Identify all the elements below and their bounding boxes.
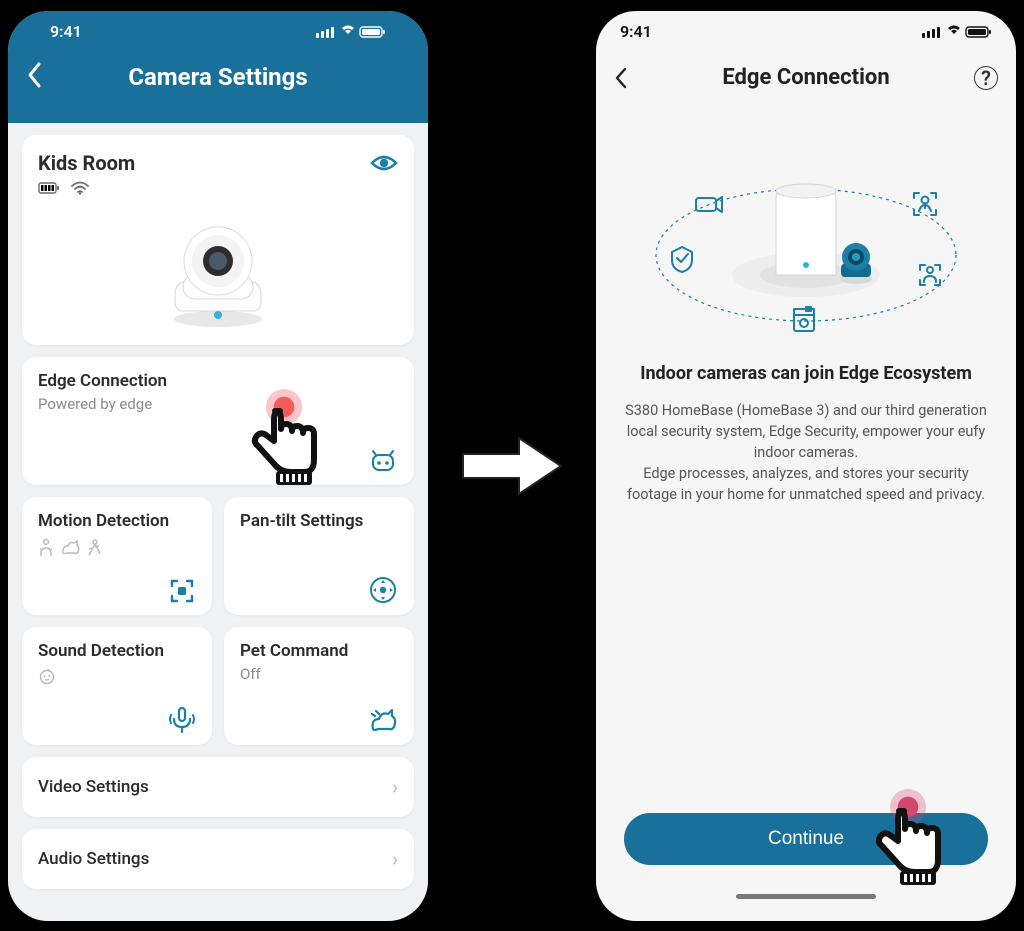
status-bar: 9:41	[26, 11, 410, 53]
device-card: Kids Room	[22, 135, 414, 345]
content: Kids Room	[8, 123, 428, 921]
tile-pet-command[interactable]: Pet Command Off	[224, 627, 414, 745]
help-button[interactable]: ?	[974, 66, 998, 90]
wifi-icon	[70, 181, 90, 195]
chevron-right-icon: ›	[392, 775, 398, 799]
focus-zone-icon	[168, 577, 196, 605]
row-video-settings[interactable]: Video Settings ›	[22, 757, 414, 817]
ai-robot-icon	[368, 449, 398, 475]
topbar: Edge Connection ?	[596, 53, 1016, 103]
row-label: Video Settings	[38, 777, 149, 797]
tile-subtitle: Off	[240, 665, 398, 683]
eye-icon[interactable]	[370, 153, 398, 173]
tile-subtitle: Powered by edge	[38, 395, 398, 413]
tile-edge-connection[interactable]: Edge Connection Powered by edge	[22, 357, 414, 485]
device-name: Kids Room	[38, 151, 135, 175]
chevron-right-icon: ›	[392, 847, 398, 871]
tile-title: Motion Detection	[38, 511, 196, 531]
page-title: Edge Connection	[722, 65, 889, 90]
headline: Indoor cameras can join Edge Ecosystem	[596, 345, 1016, 384]
page-title: Camera Settings	[128, 63, 307, 91]
tile-title: Edge Connection	[38, 371, 398, 391]
status-time: 9:41	[620, 22, 652, 41]
back-button[interactable]	[26, 61, 42, 89]
tile-title: Pan-tilt Settings	[240, 511, 398, 531]
pet-icon	[368, 707, 398, 735]
tile-sound-detection[interactable]: Sound Detection	[22, 627, 212, 745]
battery-icon	[38, 181, 60, 195]
home-indicator	[736, 894, 876, 899]
pet-outline-icon	[60, 539, 80, 557]
continue-label: Continue	[768, 828, 844, 850]
status-bar: 9:41	[596, 11, 1016, 53]
tile-title: Pet Command	[240, 641, 398, 661]
tile-motion-detection[interactable]: Motion Detection	[22, 497, 212, 615]
row-audio-settings[interactable]: Audio Settings ›	[22, 829, 414, 889]
status-indicators	[922, 25, 992, 39]
person-icon	[38, 539, 54, 557]
microphone-icon	[168, 705, 196, 735]
body-text: S380 HomeBase (HomeBase 3) and our third…	[596, 384, 1016, 505]
back-button[interactable]	[614, 66, 628, 90]
phone-edge-connection: 9:41 Edge Connection ?	[596, 11, 1016, 921]
tile-pan-tilt-settings[interactable]: Pan-tilt Settings	[224, 497, 414, 615]
camera-illustration	[38, 195, 398, 337]
continue-button[interactable]: Continue	[624, 813, 988, 865]
header: 9:41 Camera Settings	[8, 11, 428, 123]
phone-camera-settings: 9:41 Camera Settings	[8, 11, 428, 921]
transition-arrow	[452, 426, 572, 506]
status-indicators	[316, 25, 386, 39]
baby-icon	[38, 667, 196, 685]
edge-illustration	[596, 103, 1016, 345]
pan-tilt-icon	[368, 575, 398, 605]
row-label: Audio Settings	[38, 849, 149, 869]
status-time: 9:41	[50, 22, 82, 41]
walking-icon	[86, 539, 102, 557]
tile-title: Sound Detection	[38, 641, 196, 661]
